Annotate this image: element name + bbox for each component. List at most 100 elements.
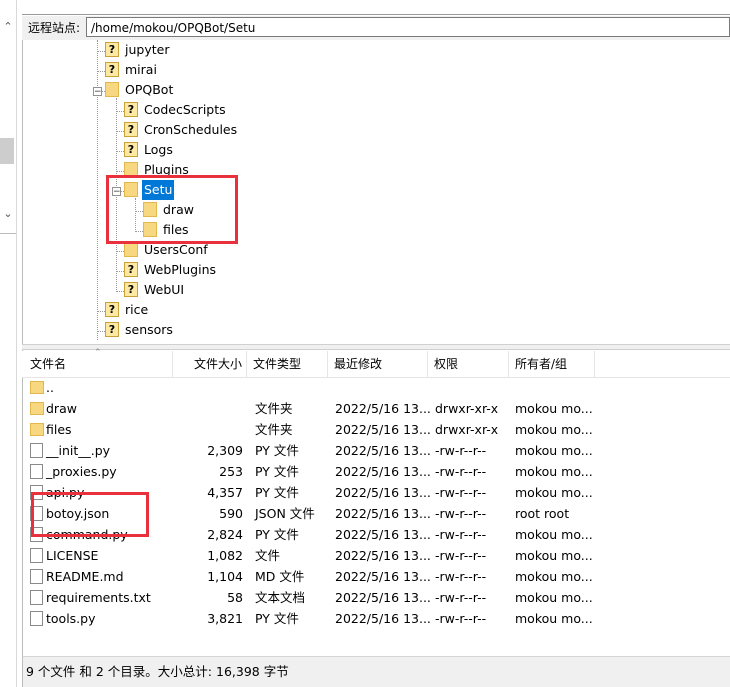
tree-node-label: WebUI [144, 282, 185, 297]
file-name: README.md [46, 569, 124, 584]
folder-icon [30, 423, 44, 436]
file-size: 253 [219, 464, 243, 479]
tree-line [97, 40, 98, 340]
file-type: 文本文档 [255, 590, 306, 605]
folder-icon [30, 402, 44, 415]
file-type: PY 文件 [255, 464, 299, 479]
scroll-up-icon[interactable]: ⌃ [0, 20, 16, 38]
file-type: PY 文件 [255, 485, 299, 500]
file-permissions: -rw-r--r-- [435, 548, 487, 563]
status-text: 9 个文件 和 2 个目录。大小总计: 16,398 字节 [26, 664, 289, 679]
file-icon [30, 548, 43, 563]
file-permissions: -rw-r--r-- [435, 506, 487, 521]
tree-node-label: OPQBot [125, 82, 174, 97]
file-owner: mokou mo... [515, 527, 593, 542]
file-row[interactable]: draw 文件夹 2022/5/16 13... drwxr-xr-x moko… [22, 398, 730, 419]
file-row-parent[interactable]: .. [22, 377, 730, 398]
tree-node-label: mirai [125, 62, 157, 77]
column-header-type[interactable]: 文件类型 [247, 351, 328, 377]
file-size: 3,821 [207, 611, 243, 626]
file-size: 58 [227, 590, 243, 605]
column-header-owner[interactable]: 所有者/组 [509, 351, 595, 377]
file-size: 1,082 [207, 548, 243, 563]
file-type: PY 文件 [255, 527, 299, 542]
file-name: __init__.py [46, 443, 111, 458]
tree-node-label: WebPlugins [144, 262, 217, 277]
file-icon [30, 443, 43, 458]
file-name: tools.py [46, 611, 96, 626]
collapse-opqbot-icon[interactable]: − [93, 87, 102, 97]
file-row[interactable]: _proxies.py 253 PY 文件 2022/5/16 13... -r… [22, 461, 730, 482]
left-panel-edge [0, 0, 17, 687]
question-folder-icon: ? [105, 42, 119, 57]
file-type: 文件夹 [255, 401, 293, 416]
file-row[interactable]: tools.py 3,821 PY 文件 2022/5/16 13... -rw… [22, 608, 730, 629]
file-name: LICENSE [46, 548, 99, 563]
file-icon [30, 590, 43, 605]
file-permissions: drwxr-xr-x [435, 422, 499, 437]
file-modified: 2022/5/16 13... [335, 548, 431, 563]
file-permissions: -rw-r--r-- [435, 527, 487, 542]
file-owner: mokou mo... [515, 611, 593, 626]
tree-node-label: CodecScripts [144, 102, 226, 117]
file-modified: 2022/5/16 13... [335, 401, 431, 416]
file-owner: mokou mo... [515, 443, 593, 458]
file-owner: mokou mo... [515, 464, 593, 479]
file-permissions: drwxr-xr-x [435, 401, 499, 416]
file-owner: root root [515, 506, 570, 521]
file-modified: 2022/5/16 13... [335, 590, 431, 605]
file-name: files [46, 422, 72, 437]
column-header-name[interactable]: 文件名 [24, 351, 173, 377]
file-icon [30, 464, 43, 479]
file-row[interactable]: __init__.py 2,309 PY 文件 2022/5/16 13... … [22, 440, 730, 461]
file-modified: 2022/5/16 13... [335, 422, 431, 437]
file-size: 4,357 [207, 485, 243, 500]
remote-site-path-input[interactable]: /home/mokou/OPQBot/Setu [86, 17, 730, 37]
left-scrollbar-thumb[interactable] [0, 138, 14, 164]
file-permissions: -rw-r--r-- [435, 443, 487, 458]
scroll-down-icon[interactable]: ⌄ [0, 207, 16, 225]
file-row[interactable]: files 文件夹 2022/5/16 13... drwxr-xr-x mok… [22, 419, 730, 440]
remote-site-label: 远程站点: [28, 21, 81, 35]
file-size: 590 [219, 506, 243, 521]
column-header-modified[interactable]: 最近修改 [328, 351, 428, 377]
annotation-box-botoy-json [31, 492, 149, 537]
file-size: 2,824 [207, 527, 243, 542]
question-folder-icon: ? [105, 62, 119, 77]
file-owner: mokou mo... [515, 485, 593, 500]
file-owner: mokou mo... [515, 569, 593, 584]
file-permissions: -rw-r--r-- [435, 464, 487, 479]
file-icon [30, 611, 43, 626]
file-owner: mokou mo... [515, 590, 593, 605]
file-owner: mokou mo... [515, 401, 593, 416]
file-owner: mokou mo... [515, 548, 593, 563]
question-folder-icon: ? [124, 142, 138, 157]
file-type: MD 文件 [255, 569, 305, 584]
file-type: PY 文件 [255, 443, 299, 458]
file-name: .. [46, 380, 54, 395]
file-row[interactable]: LICENSE 1,082 文件 2022/5/16 13... -rw-r--… [22, 545, 730, 566]
tree-node-label: CronSchedules [144, 122, 238, 137]
question-folder-icon: ? [124, 102, 138, 117]
file-permissions: -rw-r--r-- [435, 590, 487, 605]
file-name: requirements.txt [46, 590, 151, 605]
file-icon [30, 569, 43, 584]
file-modified: 2022/5/16 13... [335, 611, 431, 626]
question-folder-icon: ? [124, 262, 138, 277]
question-folder-icon: ? [124, 282, 138, 297]
top-border [22, 14, 730, 15]
annotation-box-setu [106, 175, 238, 244]
file-name: _proxies.py [46, 464, 117, 479]
file-permissions: -rw-r--r-- [435, 569, 487, 584]
file-type: JSON 文件 [255, 506, 315, 521]
column-header-permissions[interactable]: 权限 [428, 351, 509, 377]
file-modified: 2022/5/16 13... [335, 464, 431, 479]
file-owner: mokou mo... [515, 422, 593, 437]
file-row[interactable]: README.md 1,104 MD 文件 2022/5/16 13... -r… [22, 566, 730, 587]
question-folder-icon: ? [124, 122, 138, 137]
file-row[interactable]: requirements.txt 58 文本文档 2022/5/16 13...… [22, 587, 730, 608]
file-permissions: -rw-r--r-- [435, 485, 487, 500]
question-folder-icon: ? [105, 302, 119, 317]
tree-node-label: jupyter [125, 42, 170, 57]
column-header-size[interactable]: 文件大小 [173, 351, 247, 377]
